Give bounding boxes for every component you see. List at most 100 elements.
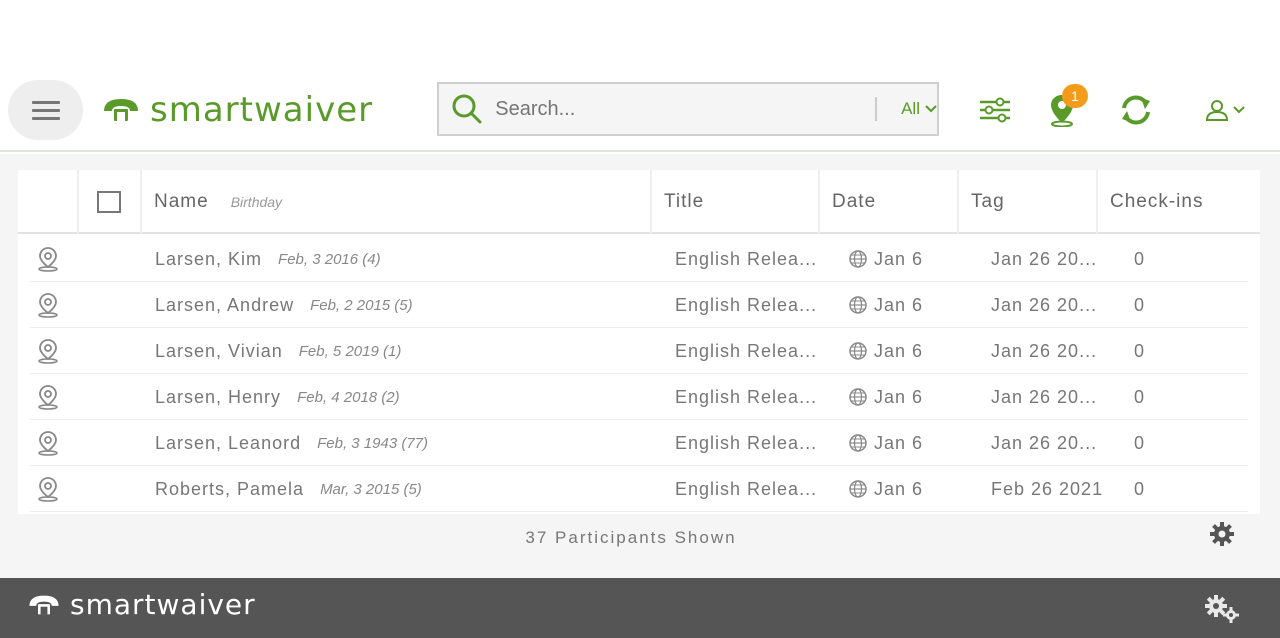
participant-name-cell[interactable]: Larsen, Vivian Feb, 5 2019 (1) — [155, 328, 401, 374]
signed-date: Jan 6 — [874, 478, 924, 499]
search-icon[interactable] — [439, 92, 495, 126]
participant-birthday: Feb, 2 2015 (5) — [310, 296, 413, 314]
participant-name: Larsen, Kim — [155, 248, 263, 269]
location-pin-icon[interactable] — [36, 328, 60, 374]
column-header-date[interactable]: Date — [820, 170, 959, 234]
user-icon — [1205, 100, 1229, 121]
participants-count: 37 Participants Shown — [525, 528, 737, 547]
filter-button[interactable] — [975, 88, 1015, 132]
select-all-checkbox[interactable] — [97, 191, 121, 213]
location-pin-icon[interactable] — [36, 420, 60, 466]
main-content: Name Birthday Title Date Tag Check-ins L… — [0, 154, 1280, 578]
globe-icon — [848, 295, 868, 315]
column-header-tag[interactable]: Tag — [959, 170, 1098, 234]
checkins-count: 0 — [1134, 386, 1146, 407]
location-notifications-button[interactable]: 1 — [1042, 84, 1088, 132]
checkins-count: 0 — [1134, 478, 1146, 499]
header-icon-column — [18, 170, 79, 234]
location-pin-icon[interactable] — [36, 466, 60, 512]
search-scope-dropdown[interactable]: All — [901, 99, 937, 119]
chevron-down-icon — [925, 105, 937, 113]
signed-date: Jan 6 — [874, 248, 924, 269]
participant-birthday: Feb, 4 2018 (2) — [297, 388, 400, 406]
logo-mark-icon — [104, 99, 138, 121]
column-name-label: Name — [154, 191, 209, 212]
checkins-count: 0 — [1134, 294, 1146, 315]
table-settings-button[interactable] — [1208, 520, 1236, 553]
checkins-count: 0 — [1134, 248, 1146, 269]
participant-name-cell[interactable]: Larsen, Kim Feb, 3 2016 (4) — [155, 236, 381, 282]
table-row[interactable]: Roberts, Pamela Mar, 3 2015 (5) English Re… — [30, 466, 1248, 512]
tag-value: Jan 26 20... — [991, 432, 1098, 453]
participant-name-cell[interactable]: Larsen, Henry Feb, 4 2018 (2) — [155, 374, 400, 420]
notification-badge: 1 — [1062, 84, 1088, 108]
refresh-icon — [1122, 95, 1150, 125]
app-header: smartwaiver All 1 — [0, 78, 1280, 152]
date-cell: Jan 6 — [848, 282, 923, 328]
search-input[interactable] — [495, 97, 796, 121]
search-divider — [875, 97, 878, 121]
column-header-title[interactable]: Title — [652, 170, 820, 234]
participant-birthday: Feb, 3 1943 (77) — [317, 434, 429, 452]
footer-logo[interactable]: smartwaiver — [26, 588, 256, 621]
participant-name-cell[interactable]: Larsen, Leanord Feb, 3 1943 (77) — [155, 420, 428, 466]
waiver-title: English Relea... — [675, 386, 818, 407]
column-birthday-label: Birthday — [230, 194, 283, 210]
location-pin-icon[interactable] — [36, 282, 60, 328]
column-header-name[interactable]: Name Birthday — [142, 170, 652, 234]
participant-name-cell[interactable]: Larsen, Andrew Feb, 2 2015 (5) — [155, 282, 413, 328]
header-select-column — [79, 170, 142, 234]
waiver-title: English Relea... — [675, 478, 818, 499]
refresh-button[interactable] — [1116, 88, 1156, 132]
tag-value: Jan 26 20... — [991, 340, 1098, 361]
column-header-checkins[interactable]: Check-ins — [1098, 170, 1258, 234]
table-header: Name Birthday Title Date Tag Check-ins — [18, 170, 1260, 234]
app-footer: smartwaiver — [0, 578, 1280, 638]
participant-birthday: Feb, 5 2019 (1) — [298, 342, 402, 360]
participant-birthday: Feb, 3 2016 (4) — [278, 250, 381, 268]
menu-button[interactable] — [8, 80, 83, 140]
checkins-count: 0 — [1134, 340, 1146, 361]
search-bar: All — [437, 82, 939, 136]
globe-icon — [848, 479, 868, 499]
globe-icon — [848, 249, 868, 269]
gear-icon — [1210, 522, 1234, 546]
date-cell: Jan 6 — [848, 236, 923, 282]
date-cell: Jan 6 — [848, 466, 923, 512]
signed-date: Jan 6 — [874, 340, 924, 361]
column-date-label: Date — [832, 191, 877, 212]
table-row[interactable]: Larsen, Vivian Feb, 5 2019 (1) English Rel… — [30, 328, 1248, 374]
waiver-title: English Relea... — [675, 294, 818, 315]
globe-icon — [848, 341, 868, 361]
tag-value: Jan 26 20... — [991, 248, 1098, 269]
chevron-down-icon — [1233, 106, 1245, 114]
table-row[interactable]: Larsen, Andrew Feb, 2 2015 (5) English Rel… — [30, 282, 1248, 328]
signed-date: Jan 6 — [874, 432, 924, 453]
brand-logo[interactable]: smartwaiver — [100, 90, 373, 130]
tag-value: Feb 26 2021 — [991, 478, 1104, 499]
footer-settings-button[interactable] — [1202, 592, 1242, 629]
signed-date: Jan 6 — [874, 386, 924, 407]
location-pin-icon[interactable] — [36, 374, 60, 420]
search-scope-label: All — [901, 99, 920, 118]
participant-name: Larsen, Henry — [155, 386, 282, 407]
gears-icon — [1205, 595, 1239, 623]
column-tag-label: Tag — [971, 191, 1005, 212]
participant-birthday: Mar, 3 2015 (5) — [320, 480, 422, 498]
waiver-title: English Relea... — [675, 432, 818, 453]
date-cell: Jan 6 — [848, 374, 923, 420]
account-menu-button[interactable] — [1200, 88, 1250, 132]
participant-name-cell[interactable]: Roberts, Pamela Mar, 3 2015 (5) — [155, 466, 422, 512]
waiver-title: English Relea... — [675, 248, 818, 269]
column-checkins-label: Check-ins — [1110, 191, 1204, 212]
table-row[interactable]: Larsen, Leanord Feb, 3 1943 (77) English R… — [30, 420, 1248, 466]
table-row[interactable]: Larsen, Henry Feb, 4 2018 (2) English Rele… — [30, 374, 1248, 420]
globe-icon — [848, 387, 868, 407]
participant-name: Larsen, Andrew — [155, 294, 295, 315]
table-row[interactable]: Larsen, Kim Feb, 3 2016 (4) English Relea.… — [30, 236, 1248, 282]
column-title-label: Title — [664, 191, 705, 212]
participants-table: Name Birthday Title Date Tag Check-ins L… — [18, 170, 1260, 514]
location-pin-icon[interactable] — [36, 236, 60, 282]
logo-mark-icon — [29, 595, 59, 614]
logo-text: smartwaiver — [150, 90, 374, 130]
